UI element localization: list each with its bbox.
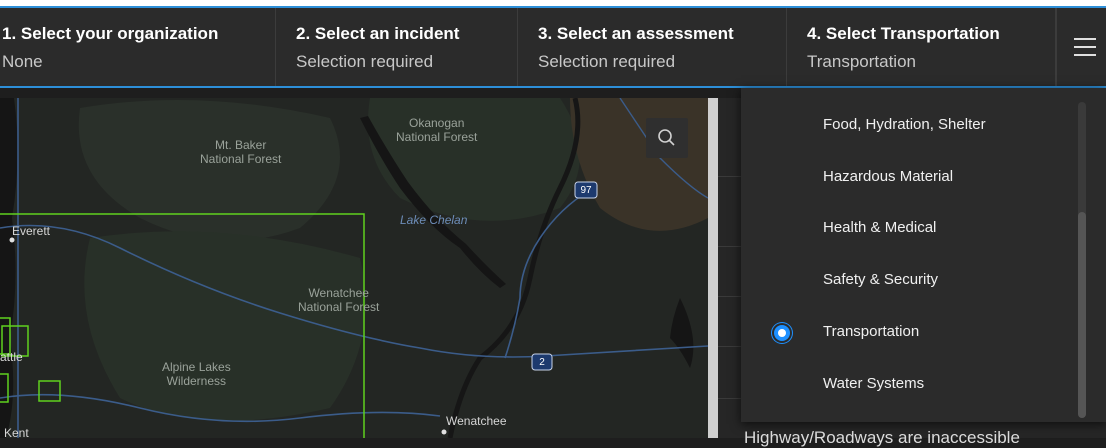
dropdown-item-food[interactable]: Food, Hydration, Shelter xyxy=(741,104,1081,150)
panel-splitter[interactable] xyxy=(708,98,718,438)
step-bar: 1. Select your organization None 2. Sele… xyxy=(0,8,1106,88)
step-incident-title: 2. Select an incident xyxy=(296,24,460,43)
highway-97-label: 97 xyxy=(580,185,592,196)
search-icon xyxy=(658,129,675,146)
dropdown-item-label: Water Systems xyxy=(823,375,925,392)
dropdown-item-label: Health & Medical xyxy=(823,219,937,236)
step-transportation-value: Transportation xyxy=(807,52,916,71)
dropdown-item-safety[interactable]: Safety & Security xyxy=(741,259,1081,305)
highway-2-label: 2 xyxy=(539,357,545,368)
dropdown-item-label: Transportation xyxy=(823,323,920,340)
step-assessment[interactable]: 3. Select an assessment Selection requir… xyxy=(518,8,787,86)
hamburger-icon-bar xyxy=(1074,54,1096,56)
map-search-button[interactable] xyxy=(646,118,688,158)
step-assessment-value: Selection required xyxy=(538,52,676,71)
dropdown-item-hazmat[interactable]: Hazardous Material xyxy=(741,156,1081,202)
dropdown-item-label: Food, Hydration, Shelter xyxy=(823,116,986,133)
selected-radio-icon xyxy=(774,325,790,341)
dropdown-scrollbar-thumb[interactable] xyxy=(1078,212,1086,418)
map-label-kent: Kent xyxy=(4,426,29,438)
step-organization-value: None xyxy=(2,52,43,71)
map-label-mt-baker: Mt. Baker National Forest xyxy=(200,138,282,166)
map-label-lake-chelan: Lake Chelan xyxy=(400,213,468,227)
step-organization-title: 1. Select your organization xyxy=(2,24,219,43)
water-lake-east xyxy=(670,298,694,368)
step-organization[interactable]: 1. Select your organization None xyxy=(0,8,276,86)
dropdown-item-label: Safety & Security xyxy=(823,271,939,288)
step-incident-value: Selection required xyxy=(296,52,434,71)
map-label-seattle: attle xyxy=(0,350,23,364)
transportation-dropdown: Food, Hydration, Shelter Hazardous Mater… xyxy=(741,88,1106,422)
map-label-wenatchee: Wenatchee xyxy=(446,414,507,428)
step-transportation-title: 4. Select Transportation xyxy=(807,24,1000,43)
top-accent-bar xyxy=(0,0,1106,8)
step-transportation[interactable]: 4. Select Transportation Transportation xyxy=(787,8,1056,86)
forest-area-baker xyxy=(78,100,340,241)
hamburger-icon xyxy=(1074,38,1096,40)
hamburger-icon-bar xyxy=(1074,46,1096,48)
map-label-alpine-lakes: Alpine Lakes Wilderness xyxy=(162,360,231,388)
dropdown-item-label: Hazardous Material xyxy=(823,168,954,185)
dropdown-item-water[interactable]: Water Systems xyxy=(741,363,1081,409)
dropdown-item-transportation[interactable]: Transportation xyxy=(741,311,1081,357)
side-panel-status-text: Highway/Roadways are inaccessible xyxy=(744,428,1020,447)
step-incident[interactable]: 2. Select an incident Selection required xyxy=(276,8,518,86)
city-dot-everett xyxy=(9,237,15,243)
city-dot-wenatchee xyxy=(441,429,447,435)
dropdown-item-health[interactable]: Health & Medical xyxy=(741,207,1081,253)
water-puget-sound xyxy=(0,98,18,438)
map-label-everett: Everett xyxy=(12,224,51,238)
map-view[interactable]: Okanogan National Forest Mt. Baker Nationa… xyxy=(0,98,708,438)
menu-button[interactable] xyxy=(1056,8,1106,86)
incident-boundary-small[interactable] xyxy=(38,380,61,402)
step-assessment-title: 3. Select an assessment xyxy=(538,24,734,43)
map-label-wenatchee-nf: Wenatchee National Forest xyxy=(298,286,380,314)
map-canvas xyxy=(0,98,708,438)
map-label-okanogan: Okanogan National Forest xyxy=(396,116,478,144)
